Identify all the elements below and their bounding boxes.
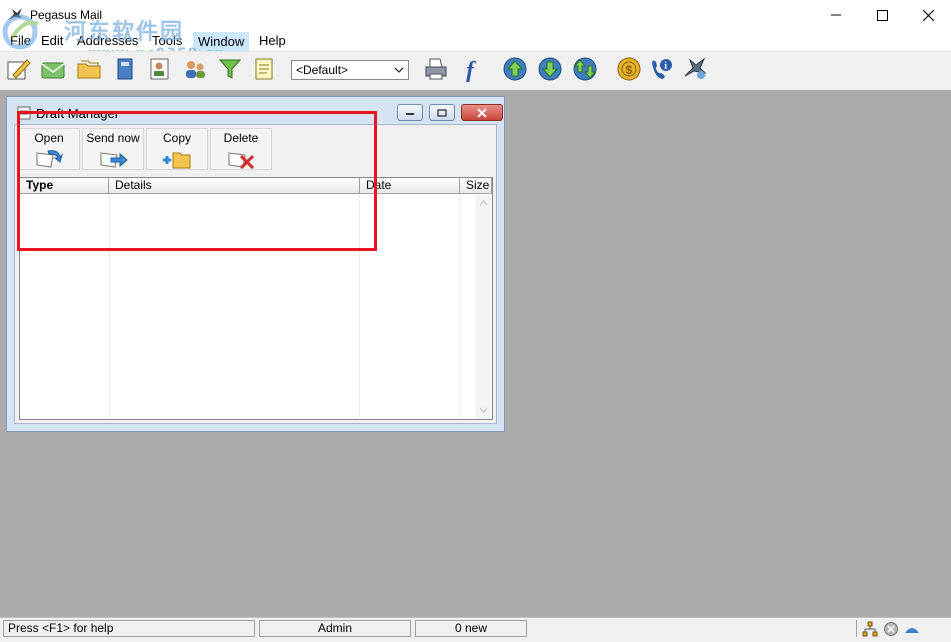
pegasus-icon[interactable] [682, 56, 708, 82]
maximize-icon [876, 9, 888, 21]
filter-icon[interactable] [217, 56, 243, 82]
svg-text:i: i [664, 61, 667, 72]
status-divider [856, 620, 857, 637]
column-divider [459, 194, 460, 418]
network-icon[interactable] [862, 621, 878, 637]
draft-manager-close-button[interactable] [461, 104, 503, 121]
watermark-text: 河东软件园 [64, 20, 185, 45]
folders-icon[interactable] [76, 56, 102, 82]
no-connection-icon[interactable] [883, 621, 899, 637]
status-help-text: Press <F1> for help [3, 620, 255, 637]
font-icon[interactable]: f [458, 56, 484, 82]
close-icon [477, 107, 487, 118]
phone-info-icon[interactable]: i [648, 56, 674, 82]
notepad-icon[interactable] [251, 56, 277, 82]
svg-text:$: $ [626, 63, 633, 77]
distribution-list-icon[interactable] [147, 56, 173, 82]
identity-value: <Default> [296, 63, 349, 77]
chevron-down-icon [394, 67, 404, 73]
minimize-button[interactable] [813, 0, 859, 30]
svg-text:f: f [466, 58, 476, 82]
minimize-icon [831, 14, 841, 16]
draft-manager-restore-button[interactable] [429, 104, 455, 121]
draft-manager-minimize-button[interactable] [397, 104, 423, 121]
column-header-size[interactable]: Size [460, 178, 492, 194]
cloud-icon[interactable] [904, 621, 920, 637]
coins-icon[interactable]: $ [616, 56, 642, 82]
minimize-icon [406, 112, 414, 115]
identity-dropdown[interactable]: <Default> [291, 60, 409, 80]
status-user: Admin [259, 620, 411, 637]
menu-help[interactable]: Help [255, 32, 290, 50]
scroll-down-icon[interactable] [479, 407, 488, 413]
receive-mail-icon[interactable] [537, 56, 563, 82]
user-list-icon[interactable] [182, 56, 208, 82]
close-icon [922, 9, 934, 21]
vertical-scrollbar[interactable] [475, 195, 492, 419]
new-message-icon[interactable] [5, 56, 31, 82]
restore-icon [437, 108, 447, 117]
close-button[interactable] [905, 0, 951, 30]
highlight-annotation-box [17, 111, 377, 251]
print-icon[interactable] [423, 56, 449, 82]
read-mail-icon[interactable] [40, 56, 66, 82]
watermark-logo [2, 14, 39, 50]
scroll-up-icon[interactable] [479, 200, 488, 206]
status-new-count: 0 new [415, 620, 527, 637]
maximize-button[interactable] [859, 0, 905, 30]
address-book-icon[interactable] [112, 56, 138, 82]
check-mail-icon[interactable] [502, 56, 528, 82]
send-receive-icon[interactable] [572, 56, 598, 82]
